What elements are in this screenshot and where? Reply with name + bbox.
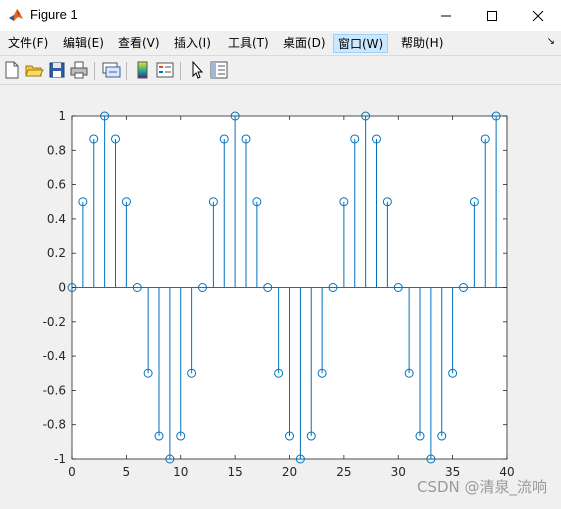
y-tick-label: 0.8 <box>47 143 66 157</box>
y-tick-label: -0.2 <box>43 315 66 329</box>
menu-edit[interactable]: 编辑(E) <box>59 34 108 53</box>
edit-plot-arrow-icon[interactable] <box>187 60 207 80</box>
minimize-icon <box>441 15 451 16</box>
x-tick-label: 15 <box>227 465 242 479</box>
menu-tools[interactable]: 工具(T) <box>224 34 273 53</box>
print-icon[interactable] <box>69 60 89 80</box>
x-tick-label: 25 <box>336 465 351 479</box>
x-tick-label: 5 <box>123 465 131 479</box>
menu-view[interactable]: 查看(V) <box>114 34 164 53</box>
y-tick-label: -0.4 <box>43 349 66 363</box>
maximize-button[interactable] <box>469 0 515 31</box>
figure-canvas: 1 0.8 0.6 0.4 0.2 0 -0.2 -0.4 -0.6 -0.8 -1 0 5 10 15 20… <box>0 85 561 505</box>
stem-chart[interactable]: 10.80.60.40.20-0.2-0.4-0.6-0.8-10 5 10 15 20… <box>0 85 561 505</box>
insert-colorbar-icon[interactable] <box>133 60 153 80</box>
property-inspector-icon[interactable] <box>209 60 229 80</box>
x-tick-label: 10 <box>173 465 188 479</box>
y-tick-label: 0.2 <box>47 246 66 260</box>
toolbar-separator <box>180 62 181 80</box>
new-figure-icon[interactable] <box>2 60 22 80</box>
y-tick-label: -0.6 <box>43 383 66 397</box>
toolbar <box>0 55 561 85</box>
y-tick-label: -0.8 <box>43 418 66 432</box>
toolbar-separator <box>126 62 127 80</box>
insert-legend-icon[interactable] <box>155 60 175 80</box>
menu-help[interactable]: 帮助(H) <box>397 34 447 53</box>
y-tick-label: 1 <box>58 109 66 123</box>
menu-desktop[interactable]: 桌面(D) <box>279 34 330 53</box>
menu-file[interactable]: 文件(F) <box>4 34 52 53</box>
watermark-text: CSDN @清泉_流响 <box>416 478 547 496</box>
matlab-icon <box>8 7 24 23</box>
window-title: Figure 1 <box>30 7 78 22</box>
save-icon[interactable] <box>47 60 67 80</box>
y-tick-label: 0 <box>58 281 66 295</box>
maximize-icon <box>487 10 497 21</box>
menu-bar: 文件(F) 编辑(E) 查看(V) 插入(I) 工具(T) 桌面(D) 窗口(W… <box>0 31 561 55</box>
toolbar-separator <box>94 62 95 80</box>
y-tick-label: 0.6 <box>47 178 66 192</box>
open-file-icon[interactable] <box>24 60 44 80</box>
y-tick-label: 0.4 <box>47 212 66 226</box>
y-tick-label: -1 <box>54 452 66 466</box>
close-icon <box>532 10 544 21</box>
link-plot-icon[interactable] <box>101 60 121 80</box>
title-bar: Figure 1 <box>0 0 561 31</box>
x-tick-label: 0 <box>68 465 76 479</box>
minimize-button[interactable] <box>423 0 469 31</box>
menu-insert[interactable]: 插入(I) <box>170 34 215 53</box>
menu-window[interactable]: 窗口(W) <box>333 34 389 53</box>
dock-arrow-icon[interactable]: ↘ <box>547 36 555 47</box>
close-button[interactable] <box>515 0 561 31</box>
x-tick-label: 20 <box>282 465 297 479</box>
x-tick-label: 30 <box>391 465 406 479</box>
